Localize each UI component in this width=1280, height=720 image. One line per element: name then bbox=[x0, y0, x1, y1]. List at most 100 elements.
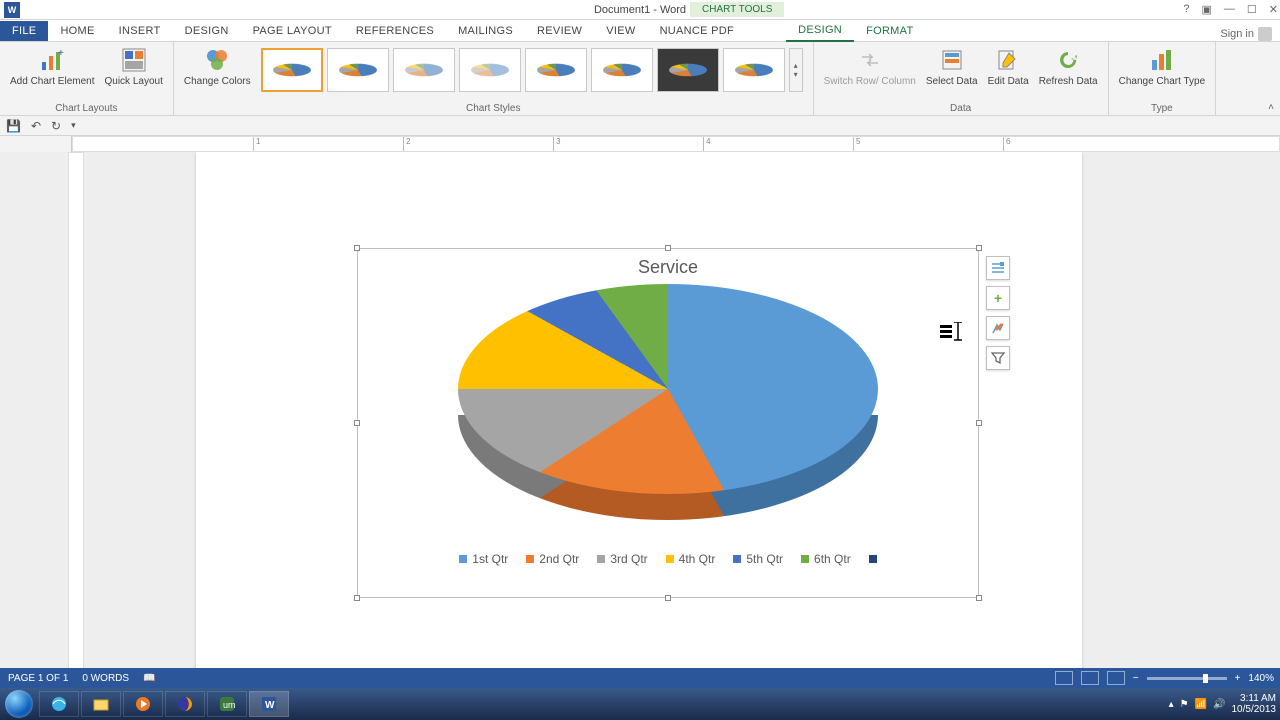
chart-filters-button[interactable] bbox=[986, 346, 1010, 370]
read-mode-button[interactable] bbox=[1055, 671, 1073, 685]
chart-style-more-button[interactable]: ▴▾ bbox=[789, 48, 803, 92]
selection-handle[interactable] bbox=[354, 245, 360, 251]
selection-handle[interactable] bbox=[976, 420, 982, 426]
selection-handle[interactable] bbox=[976, 245, 982, 251]
refresh-data-button[interactable]: Refresh Data bbox=[1035, 44, 1102, 89]
chart-plot-area[interactable] bbox=[458, 284, 878, 534]
user-avatar-icon bbox=[1258, 27, 1272, 41]
ruler-tick: 2 bbox=[403, 137, 410, 151]
legend-item[interactable]: 6th Qtr bbox=[801, 552, 851, 566]
sign-in-link[interactable]: Sign in bbox=[1220, 27, 1272, 41]
chart-legend[interactable]: 1st Qtr 2nd Qtr 3rd Qtr 4th Qtr 5th Qtr … bbox=[358, 552, 978, 566]
change-chart-type-button[interactable]: Change Chart Type bbox=[1115, 44, 1210, 89]
close-icon[interactable]: ✕ bbox=[1269, 3, 1278, 16]
status-bar: PAGE 1 OF 1 0 WORDS 📖 − + 140% bbox=[0, 668, 1280, 688]
ribbon-group-label: Data bbox=[950, 103, 971, 115]
change-colors-label: Change Colors bbox=[184, 76, 251, 87]
ribbon-group-label: Type bbox=[1151, 103, 1173, 115]
selection-handle[interactable] bbox=[665, 245, 671, 251]
taskbar-firefox[interactable] bbox=[165, 691, 205, 717]
selection-handle[interactable] bbox=[976, 595, 982, 601]
tab-references[interactable]: REFERENCES bbox=[344, 21, 446, 41]
legend-label: 1st Qtr bbox=[472, 552, 508, 566]
legend-item[interactable]: 1st Qtr bbox=[459, 552, 508, 566]
page-count[interactable]: PAGE 1 OF 1 bbox=[8, 673, 68, 684]
undo-button[interactable]: ↶ bbox=[31, 119, 41, 133]
taskbar-explorer[interactable] bbox=[81, 691, 121, 717]
word-count[interactable]: 0 WORDS bbox=[82, 673, 129, 684]
legend-item[interactable]: 4th Qtr bbox=[666, 552, 716, 566]
tab-home[interactable]: HOME bbox=[48, 21, 106, 41]
chart-title[interactable]: Service bbox=[358, 249, 978, 278]
legend-item[interactable]: 5th Qtr bbox=[733, 552, 783, 566]
tab-mailings[interactable]: MAILINGS bbox=[446, 21, 525, 41]
taskbar-word[interactable]: W bbox=[249, 691, 289, 717]
zoom-level[interactable]: 140% bbox=[1248, 673, 1274, 684]
chart-style-5[interactable] bbox=[525, 48, 587, 92]
help-icon[interactable]: ? bbox=[1183, 3, 1189, 16]
start-button[interactable] bbox=[0, 688, 38, 720]
save-button[interactable]: 💾 bbox=[6, 119, 21, 133]
change-colors-button[interactable]: Change Colors bbox=[180, 44, 255, 89]
collapse-ribbon-icon[interactable]: ˄ bbox=[1268, 102, 1274, 113]
zoom-slider[interactable] bbox=[1147, 677, 1227, 680]
chart-styles-button[interactable] bbox=[986, 316, 1010, 340]
qat-customize-button[interactable]: ▾ bbox=[71, 120, 76, 131]
tab-review[interactable]: REVIEW bbox=[525, 21, 594, 41]
tab-chart-format[interactable]: FORMAT bbox=[854, 21, 925, 41]
tray-volume-icon[interactable]: 🔊 bbox=[1213, 699, 1225, 710]
legend-item[interactable]: 3rd Qtr bbox=[597, 552, 647, 566]
tab-nuance-pdf[interactable]: Nuance PDF bbox=[648, 21, 747, 41]
legend-item[interactable]: 2nd Qtr bbox=[526, 552, 579, 566]
change-chart-type-icon bbox=[1148, 46, 1176, 74]
tray-network-icon[interactable]: 📶 bbox=[1195, 699, 1207, 710]
minimize-icon[interactable]: — bbox=[1224, 3, 1235, 16]
tray-clock[interactable]: 3:11 AM 10/5/2013 bbox=[1232, 693, 1277, 715]
ruler-vertical[interactable] bbox=[68, 152, 84, 686]
chart-style-6[interactable] bbox=[591, 48, 653, 92]
tab-view[interactable]: VIEW bbox=[594, 21, 647, 41]
maximize-icon[interactable]: ☐ bbox=[1247, 3, 1257, 16]
ribbon: + Add Chart Element Quick Layout Chart L… bbox=[0, 42, 1280, 116]
select-data-label: Select Data bbox=[926, 76, 978, 87]
add-chart-element-button[interactable]: + Add Chart Element bbox=[6, 44, 99, 89]
edit-data-button[interactable]: Edit Data bbox=[984, 44, 1033, 89]
taskbar-app[interactable]: um bbox=[207, 691, 247, 717]
selection-handle[interactable] bbox=[665, 595, 671, 601]
chart-style-8[interactable] bbox=[723, 48, 785, 92]
redo-button[interactable]: ↻ bbox=[51, 119, 61, 133]
legend-item-empty[interactable] bbox=[869, 552, 877, 566]
chart-elements-button[interactable]: + bbox=[986, 286, 1010, 310]
selection-handle[interactable] bbox=[354, 595, 360, 601]
system-tray[interactable]: ▴ ⚑ 📶 🔊 3:11 AM 10/5/2013 bbox=[1169, 693, 1280, 715]
ribbon-display-options-icon[interactable]: ▣ bbox=[1202, 3, 1212, 16]
web-layout-button[interactable] bbox=[1107, 671, 1125, 685]
chart-object[interactable]: Service 1st Qtr 2nd Qtr 3rd Qtr 4th Qtr … bbox=[357, 248, 979, 598]
ruler[interactable]: 1 2 3 4 5 6 bbox=[72, 136, 1280, 152]
taskbar-media-player[interactable] bbox=[123, 691, 163, 717]
zoom-out-button[interactable]: − bbox=[1133, 673, 1139, 684]
chart-style-7[interactable] bbox=[657, 48, 719, 92]
pie-chart[interactable] bbox=[458, 284, 878, 494]
select-data-button[interactable]: Select Data bbox=[922, 44, 982, 89]
quick-layout-button[interactable]: Quick Layout bbox=[101, 44, 167, 89]
taskbar-ie[interactable] bbox=[39, 691, 79, 717]
tab-chart-design[interactable]: DESIGN bbox=[786, 20, 854, 42]
chart-style-3[interactable] bbox=[393, 48, 455, 92]
selection-handle[interactable] bbox=[354, 420, 360, 426]
proofing-icon[interactable]: 📖 bbox=[143, 673, 155, 684]
tab-page-layout[interactable]: PAGE LAYOUT bbox=[241, 21, 344, 41]
ruler-tick: 5 bbox=[853, 137, 860, 151]
layout-options-button[interactable] bbox=[986, 256, 1010, 280]
chart-style-2[interactable] bbox=[327, 48, 389, 92]
tab-insert[interactable]: INSERT bbox=[107, 21, 173, 41]
tab-file[interactable]: FILE bbox=[0, 21, 48, 41]
chart-style-1[interactable] bbox=[261, 48, 323, 92]
tray-overflow-icon[interactable]: ▴ bbox=[1169, 699, 1174, 710]
print-layout-button[interactable] bbox=[1081, 671, 1099, 685]
zoom-in-button[interactable]: + bbox=[1235, 673, 1241, 684]
chart-style-4[interactable] bbox=[459, 48, 521, 92]
tab-design[interactable]: DESIGN bbox=[173, 21, 241, 41]
document-area[interactable]: Service 1st Qtr 2nd Qtr 3rd Qtr 4th Qtr … bbox=[0, 152, 1280, 686]
tray-flag-icon[interactable]: ⚑ bbox=[1180, 699, 1189, 710]
